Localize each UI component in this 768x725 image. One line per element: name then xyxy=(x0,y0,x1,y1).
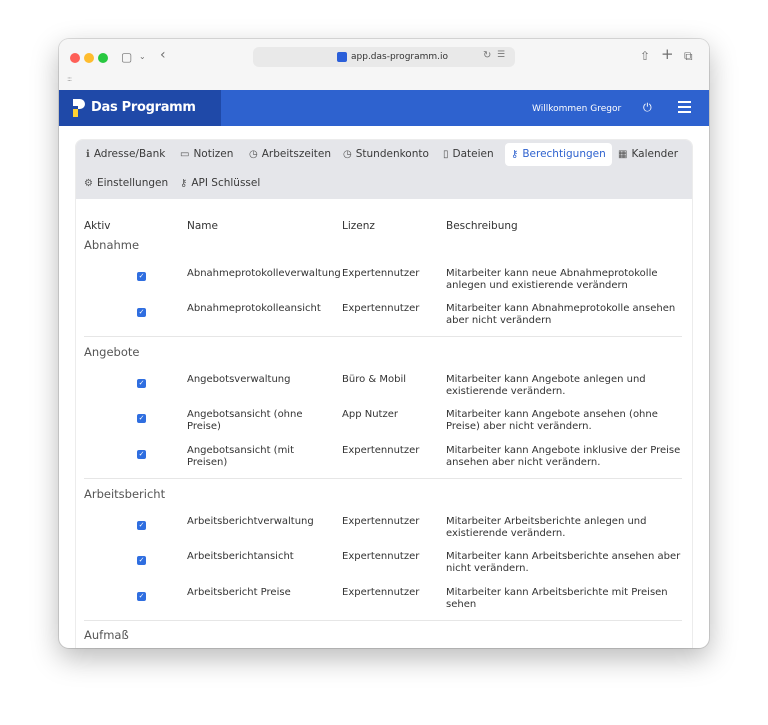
group-divider xyxy=(84,620,682,621)
permission-checkbox[interactable]: ✓ xyxy=(137,414,146,423)
tab-label: Adresse/Bank xyxy=(93,148,166,160)
url-text: app.das-programm.io xyxy=(351,52,449,62)
tab-label: API Schlüssel xyxy=(191,177,261,189)
calendar-icon: ▦ xyxy=(618,149,628,160)
permission-license: Expertennutzer xyxy=(342,551,420,562)
permission-name: Abnahmeprotokolleverwaltung xyxy=(187,268,341,279)
tab-notizen[interactable]: ▭ Notizen xyxy=(180,148,233,161)
group-title: Aufmaß xyxy=(84,628,129,642)
tab-arbeitszeiten[interactable]: ◷ Arbeitszeiten xyxy=(249,148,331,161)
group-divider xyxy=(84,336,682,337)
permission-name: Arbeitsbericht Preise xyxy=(187,587,291,598)
address-bar[interactable]: app.das-programm.io ↻ ☰ xyxy=(253,47,515,67)
clock-icon: ◷ xyxy=(249,149,258,160)
app-name: Das Programm xyxy=(91,100,196,115)
permission-description: Mitarbeiter kann neue Abnahmeprotokolle … xyxy=(446,268,658,291)
apps-grid-icon[interactable]: ::: xyxy=(67,75,72,83)
group-title: Angebote xyxy=(84,345,140,359)
permission-name: Angebotsverwaltung xyxy=(187,374,291,385)
permission-checkbox[interactable]: ✓ xyxy=(137,308,146,317)
note-icon: ▭ xyxy=(180,149,190,160)
tab-label: Einstellungen xyxy=(96,177,169,189)
permission-checkbox[interactable]: ✓ xyxy=(137,379,146,388)
permission-license: Büro & Mobil xyxy=(342,374,407,385)
tab-einstellungen[interactable]: ⚙ Einstellungen xyxy=(84,177,168,190)
group-title: Abnahme xyxy=(84,238,140,252)
logo-icon xyxy=(73,99,85,117)
tab-stundenkonto[interactable]: ◷ Stundenkonto xyxy=(343,148,429,161)
tab-dateien[interactable]: ▯ Dateien xyxy=(443,148,494,161)
key-icon: ⚷ xyxy=(511,149,519,160)
welcome-text: Willkommen Gregor xyxy=(532,104,622,114)
permission-description: Mitarbeiter kann Angebote inklusive der … xyxy=(446,445,681,468)
permission-description: Mitarbeiter kann Arbeitsberichte mit Pre… xyxy=(446,587,668,610)
permission-license: Expertennutzer xyxy=(342,445,420,456)
clock-icon: ◷ xyxy=(343,149,352,160)
permission-description: Mitarbeiter kann Arbeitsberichte ansehen… xyxy=(446,551,681,574)
app-header: Das Programm Willkommen Gregor ⏻ xyxy=(59,90,709,126)
tabs-overview-icon[interactable]: ⧉ xyxy=(684,49,693,63)
permission-description: Mitarbeiter Arbeitsberichte anlegen und … xyxy=(446,516,647,539)
permission-name: Arbeitsberichtansicht xyxy=(187,551,294,562)
permission-name: Arbeitsberichtverwaltung xyxy=(187,516,314,527)
column-header-lizenz: Lizenz xyxy=(342,220,375,232)
permission-name: Abnahmeprotokolleansicht xyxy=(187,303,321,314)
tab-label: Arbeitszeiten xyxy=(261,148,331,160)
tab-adresse-bank[interactable]: ℹ Adresse/Bank xyxy=(86,148,165,161)
permission-checkbox[interactable]: ✓ xyxy=(137,592,146,601)
permission-checkbox[interactable]: ✓ xyxy=(137,272,146,281)
permission-name: Angebotsansicht (ohne Preise) xyxy=(187,409,303,432)
zoom-window-button[interactable] xyxy=(98,53,108,63)
permission-checkbox[interactable]: ✓ xyxy=(137,556,146,565)
back-icon[interactable]: ‹ xyxy=(160,48,166,62)
column-header-aktiv: Aktiv xyxy=(84,220,111,232)
reader-icon[interactable]: ☰ xyxy=(497,50,505,60)
group-divider xyxy=(84,478,682,479)
column-header-beschreibung: Beschreibung xyxy=(446,220,518,232)
browser-toolbar: ▢ ⌄ ‹ app.das-programm.io ↻ ☰ ⇧ + ⧉ ::: xyxy=(59,39,709,91)
permission-license: Expertennutzer xyxy=(342,587,420,598)
tab-berechtigungen[interactable]: ⚷ Berechtigungen xyxy=(505,143,612,166)
tab-label: Notizen xyxy=(193,148,234,160)
logo[interactable]: Das Programm xyxy=(59,90,221,126)
permission-checkbox[interactable]: ✓ xyxy=(137,521,146,530)
sidebar-icon[interactable]: ▢ xyxy=(121,50,132,64)
permission-license: Expertennutzer xyxy=(342,516,420,527)
permission-description: Mitarbeiter kann Angebote anlegen und ex… xyxy=(446,374,646,397)
file-icon: ▯ xyxy=(443,149,449,160)
tab-kalender[interactable]: ▦ Kalender xyxy=(618,148,678,161)
chevron-down-icon[interactable]: ⌄ xyxy=(139,50,146,64)
favicon-icon xyxy=(337,52,347,62)
permission-description: Mitarbeiter kann Abnahmeprotokolle anseh… xyxy=(446,303,676,326)
new-tab-icon[interactable]: + xyxy=(661,47,674,62)
column-header-name: Name xyxy=(187,220,218,232)
permission-license: Expertennutzer xyxy=(342,303,420,314)
tab-label: Kalender xyxy=(631,148,679,160)
permission-license: Expertennutzer xyxy=(342,268,420,279)
content-panel: ℹ Adresse/Bank ▭ Notizen ◷ Arbeitszeiten ◷ S… xyxy=(75,139,693,648)
permission-description: Mitarbeiter kann Angebote ansehen (ohne … xyxy=(446,409,658,432)
tab-label: Stundenkonto xyxy=(355,148,429,160)
gear-icon: ⚙ xyxy=(84,178,93,189)
browser-window: ▢ ⌄ ‹ app.das-programm.io ↻ ☰ ⇧ + ⧉ ::: … xyxy=(59,39,709,648)
permission-checkbox[interactable]: ✓ xyxy=(137,450,146,459)
minimize-window-button[interactable] xyxy=(84,53,94,63)
key-icon: ⚷ xyxy=(180,178,188,189)
reload-icon[interactable]: ↻ xyxy=(483,50,491,61)
power-icon[interactable]: ⏻ xyxy=(643,101,652,115)
tab-label: Dateien xyxy=(452,148,494,160)
info-icon: ℹ xyxy=(86,149,90,160)
share-icon[interactable]: ⇧ xyxy=(640,49,650,63)
permission-license: App Nutzer xyxy=(342,409,398,420)
menu-icon[interactable] xyxy=(678,101,691,116)
tab-label: Berechtigungen xyxy=(522,148,606,160)
close-window-button[interactable] xyxy=(70,53,80,63)
permission-name: Angebotsansicht (mit Preisen) xyxy=(187,445,295,468)
tab-bar: ℹ Adresse/Bank ▭ Notizen ◷ Arbeitszeiten ◷ S… xyxy=(76,140,692,199)
tab-api-schluessel[interactable]: ⚷ API Schlüssel xyxy=(180,177,260,190)
group-title: Arbeitsbericht xyxy=(84,487,166,501)
